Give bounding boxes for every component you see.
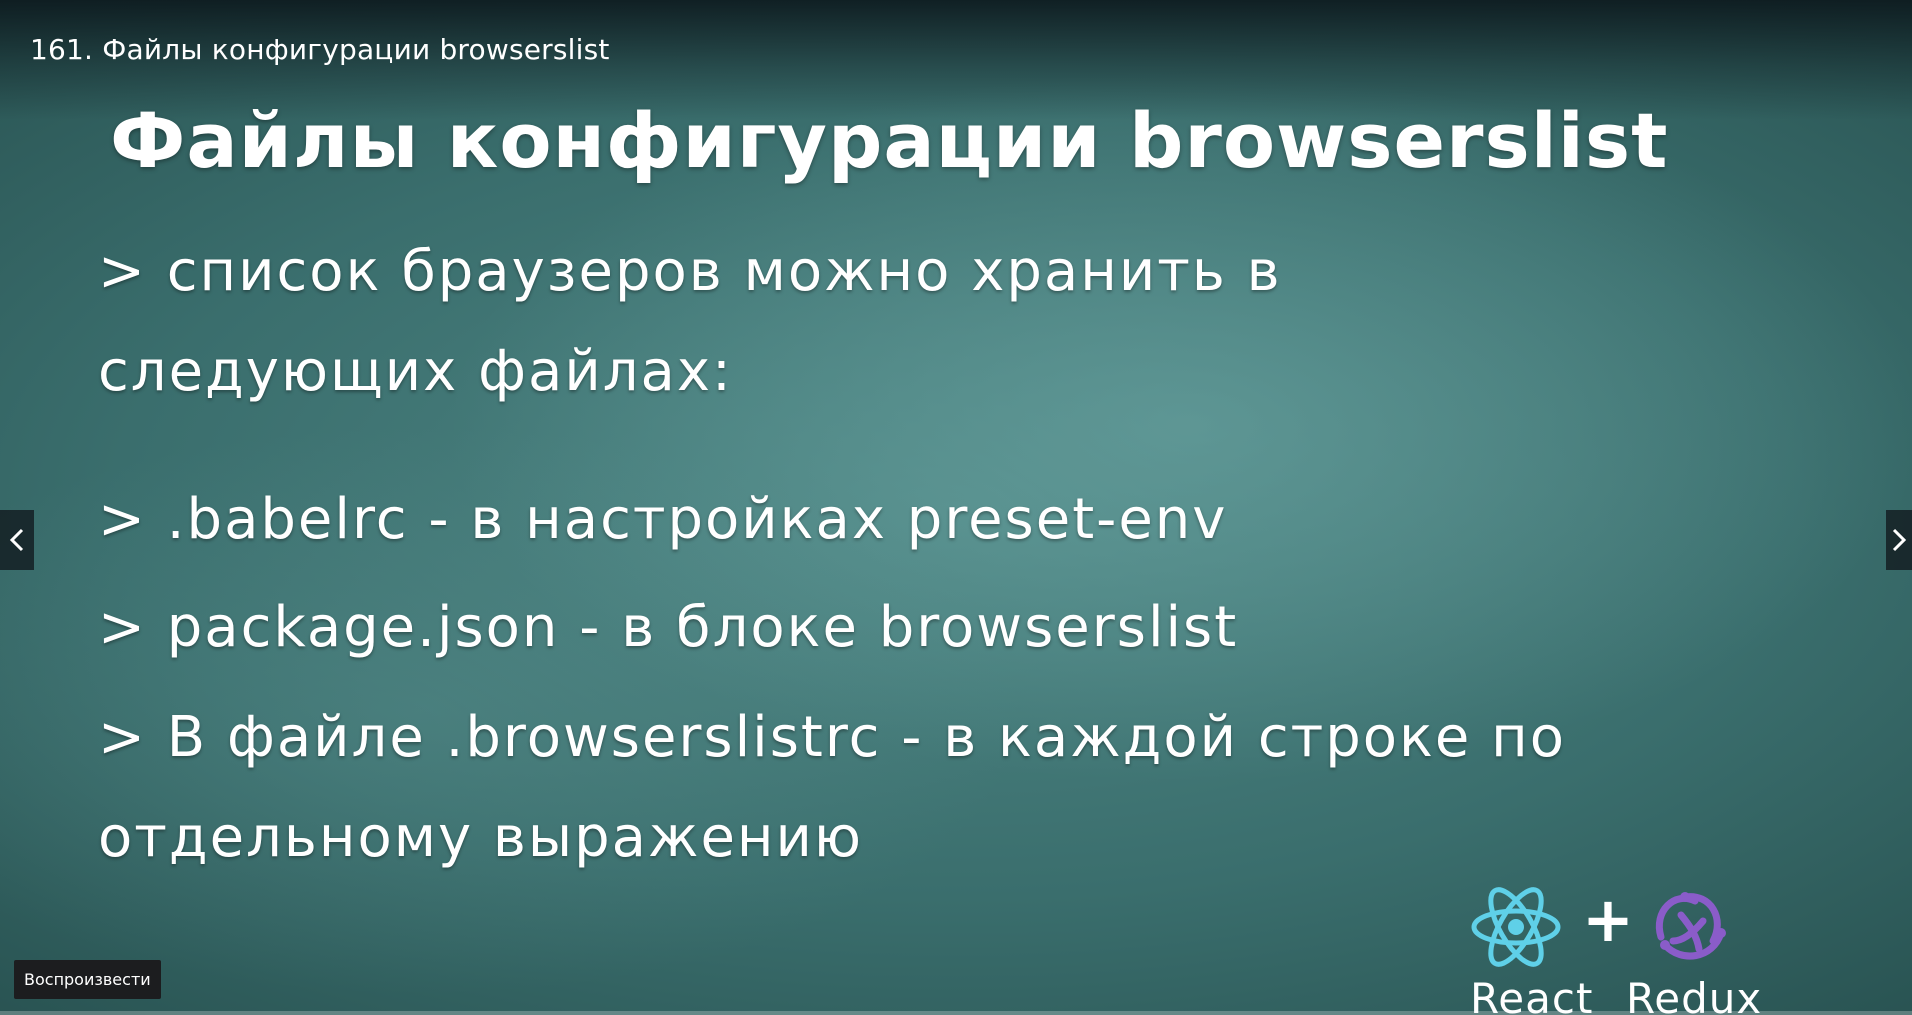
bullet-line: отдельному выражению <box>98 805 864 870</box>
chevron-right-icon <box>1892 528 1907 552</box>
bullet-line: > список браузеров можно хранить в <box>98 239 1282 304</box>
video-title: 161. Файлы конфигурации browserslist <box>30 33 610 66</box>
bullet-line: > В файле .browserslistrc - в каждой стр… <box>98 705 1566 770</box>
bullet-line: следующих файлах: <box>98 339 733 404</box>
bullet-line: > .babelrc - в настройках preset-env <box>98 487 1228 552</box>
chevron-left-icon <box>9 528 24 552</box>
slide-bullet: > package.json - в блоке browserslist <box>98 578 1238 678</box>
react-redux-logo: + React Redux <box>1470 880 1770 1015</box>
slide-bullet: > список браузеров можно хранить в следу… <box>98 222 1282 422</box>
slide-heading: Файлы конфигурации browserslist <box>110 96 1669 185</box>
video-player[interactable]: 161. Файлы конфигурации browserslist Фай… <box>0 0 1912 1015</box>
previous-lecture-button[interactable] <box>0 510 34 570</box>
redux-logo-icon <box>1655 892 1726 960</box>
bullet-line: > package.json - в блоке browserslist <box>98 595 1239 660</box>
progress-bar[interactable] <box>0 1011 1912 1015</box>
react-label: React <box>1470 974 1594 1015</box>
react-atom-icon <box>1471 887 1561 967</box>
next-lecture-button[interactable] <box>1886 510 1912 570</box>
slide-bullet: > .babelrc - в настройках preset-env <box>98 470 1227 570</box>
play-tooltip: Воспроизвести <box>14 960 161 999</box>
redux-label: Redux <box>1626 974 1763 1015</box>
slide-bullet: > В файле .browserslistrc - в каждой стр… <box>98 688 1566 888</box>
plus-sign: + <box>1582 883 1634 956</box>
